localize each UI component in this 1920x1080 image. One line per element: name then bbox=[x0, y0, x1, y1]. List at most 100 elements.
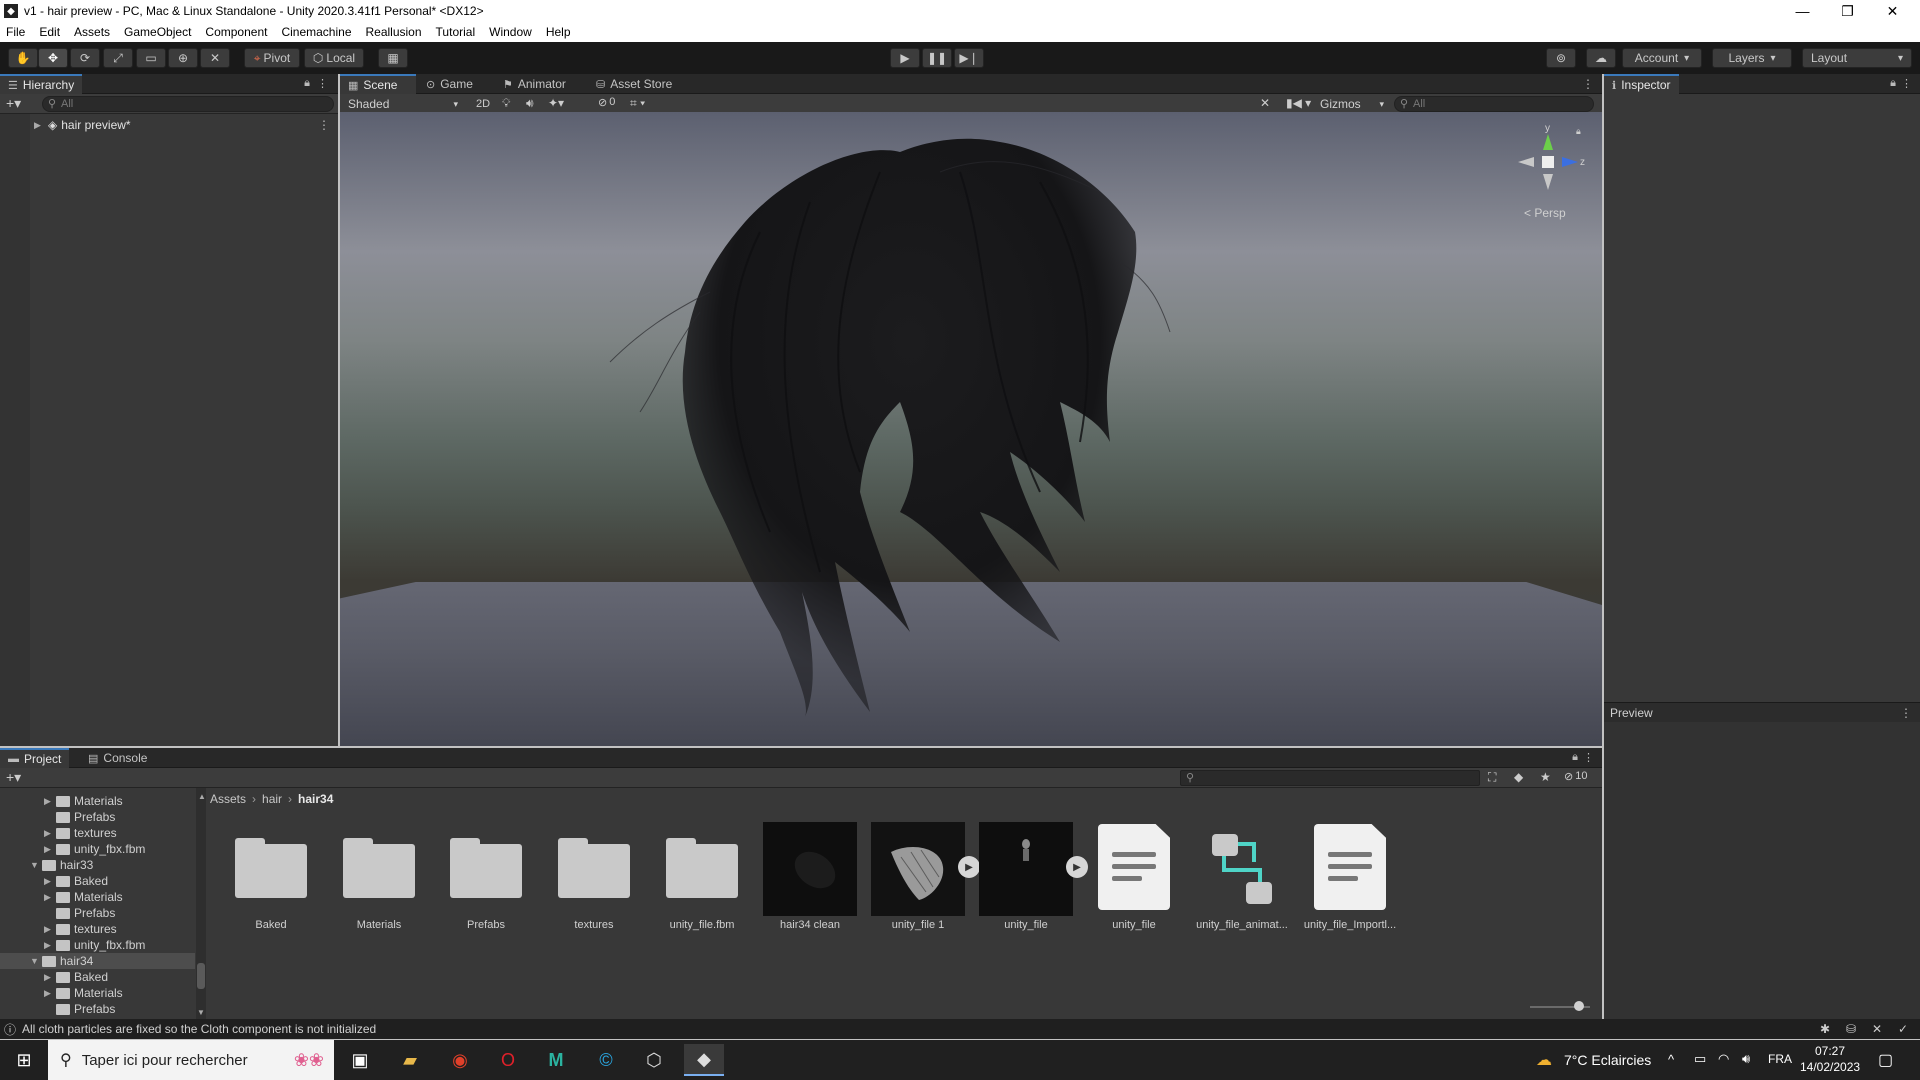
breadcrumb-assets[interactable]: Assets bbox=[210, 792, 246, 806]
preview-menu-icon[interactable]: ⋮ bbox=[1900, 706, 1912, 720]
tree-item[interactable]: ▶ unity_fbx.fbm bbox=[44, 937, 145, 953]
tree-item[interactable]: ▶ Materials bbox=[44, 793, 123, 809]
favorite-star-icon[interactable]: ★ bbox=[1540, 770, 1551, 784]
weather-text[interactable]: 7°C Eclaircies bbox=[1564, 1052, 1651, 1068]
create-plus-icon[interactable]: +▾ bbox=[6, 95, 21, 112]
restore-button[interactable]: ❐ bbox=[1825, 0, 1870, 22]
asset-hair34-clean[interactable]: hair34 clean bbox=[762, 822, 858, 931]
create-plus-icon[interactable]: +▾ bbox=[6, 769, 21, 786]
grid-snap-icon[interactable]: ▦ bbox=[378, 48, 408, 68]
rotate-tool-icon[interactable]: ⟳ bbox=[70, 48, 100, 68]
tab-scene[interactable]: ▦ Scene bbox=[340, 74, 416, 94]
local-toggle[interactable]: ⬡ Local bbox=[304, 48, 364, 68]
cloud-icon[interactable]: ☁ bbox=[1586, 48, 1616, 68]
shading-mode-dropdown[interactable]: Shaded ▾ bbox=[344, 96, 462, 112]
expand-arrow-icon[interactable]: ▶ bbox=[44, 876, 56, 887]
mode-2d-toggle[interactable]: 2D bbox=[470, 96, 496, 112]
asset-unity-file-animator[interactable]: unity_file_animat... bbox=[1194, 822, 1290, 931]
minimize-button[interactable]: — bbox=[1780, 0, 1825, 22]
menu-help[interactable]: Help bbox=[546, 25, 571, 39]
expand-arrow-icon[interactable]: ▶ bbox=[44, 796, 56, 807]
unity-hub-icon[interactable]: ⬡ bbox=[634, 1044, 674, 1076]
network-device-icon[interactable]: ▭ bbox=[1694, 1051, 1706, 1067]
taskbar-search-box[interactable]: ⚲ Taper ici pour rechercher ❀❀ bbox=[48, 1040, 334, 1080]
debug-icon[interactable]: ✱ bbox=[1820, 1022, 1830, 1036]
status-bar[interactable]: ⓘ All cloth particles are fixed so the C… bbox=[0, 1019, 1920, 1039]
unity-editor-icon[interactable]: ◆ bbox=[684, 1044, 724, 1076]
lock-icon[interactable]: 🔒︎ bbox=[1572, 751, 1578, 764]
gizmo-lock-icon[interactable]: 🔒︎ bbox=[1576, 126, 1581, 136]
expand-arrow-icon[interactable]: ▶ bbox=[44, 988, 56, 999]
menu-file[interactable]: File bbox=[6, 25, 25, 39]
neg-z-axis-cone[interactable] bbox=[1518, 157, 1534, 167]
effects-icon[interactable]: ✦▾ bbox=[548, 96, 564, 110]
layers-dropdown[interactable]: Layers bbox=[1712, 48, 1792, 68]
pause-button[interactable]: ❚❚ bbox=[922, 48, 952, 68]
expand-arrow-icon[interactable]: ▶ bbox=[44, 940, 56, 951]
lock-icon[interactable]: 🔒︎ bbox=[304, 77, 310, 90]
step-button[interactable]: ▶❘ bbox=[954, 48, 984, 68]
hand-tool-icon[interactable]: ✋ bbox=[8, 48, 38, 68]
tools-icon[interactable]: ✕ bbox=[1260, 96, 1270, 110]
collapse-arrow-icon[interactable]: ▼ bbox=[30, 860, 42, 870]
tree-scrollbar-thumb[interactable] bbox=[197, 963, 205, 989]
breadcrumb-hair[interactable]: hair bbox=[262, 792, 282, 806]
z-axis-cone[interactable] bbox=[1562, 157, 1578, 167]
gizmo-center-cube[interactable] bbox=[1542, 156, 1554, 168]
tree-item[interactable]: ▼ hair33 bbox=[30, 857, 93, 873]
maya-icon[interactable]: M bbox=[536, 1044, 576, 1076]
account-dropdown[interactable]: Account bbox=[1622, 48, 1702, 68]
neg-y-axis-cone[interactable] bbox=[1543, 174, 1553, 190]
asset-folder-textures[interactable]: textures bbox=[546, 822, 642, 931]
tray-chevron-icon[interactable]: ^ bbox=[1668, 1052, 1674, 1067]
y-axis-cone[interactable] bbox=[1543, 134, 1553, 150]
preview-header[interactable]: Preview ⋮ bbox=[1604, 702, 1920, 722]
asset-folder-baked[interactable]: Baked bbox=[223, 822, 319, 931]
scroll-up-icon[interactable]: ▲ bbox=[198, 792, 206, 801]
language-indicator[interactable]: FRA bbox=[1768, 1052, 1792, 1066]
check-icon[interactable]: ✓ bbox=[1898, 1022, 1908, 1036]
wifi-icon[interactable]: ◠ bbox=[1718, 1051, 1729, 1067]
tree-item[interactable]: ▶ Baked bbox=[44, 969, 108, 985]
panel-menu-icon[interactable]: ⋮ bbox=[1901, 77, 1912, 90]
expand-arrow-icon[interactable]: ▶ bbox=[44, 844, 56, 855]
search-by-type-icon[interactable]: ⛶ bbox=[1488, 770, 1496, 785]
asset-unity-file-model[interactable]: ▶ unity_file bbox=[978, 822, 1088, 931]
search-by-label-icon[interactable]: ◆ bbox=[1514, 770, 1523, 784]
lighting-icon[interactable]: 💡︎ bbox=[502, 96, 510, 111]
expand-arrow-icon[interactable]: ▶ bbox=[44, 828, 56, 839]
menu-window[interactable]: Window bbox=[489, 25, 532, 39]
tab-hierarchy[interactable]: ☰ Hierarchy bbox=[0, 74, 83, 94]
collab-icon[interactable]: ⊚ bbox=[1546, 48, 1576, 68]
tree-item-selected[interactable]: ▼ hair34 bbox=[30, 953, 93, 969]
asset-unity-file-doc[interactable]: unity_file bbox=[1086, 822, 1182, 931]
transform-tool-icon[interactable]: ⊕ bbox=[168, 48, 198, 68]
panel-menu-icon[interactable]: ⋮ bbox=[317, 77, 328, 90]
camera-icon[interactable]: ▮◀ ▾ bbox=[1286, 96, 1311, 110]
hierarchy-search-input[interactable]: All bbox=[42, 96, 334, 112]
pivot-toggle[interactable]: ⌖ Pivot bbox=[244, 48, 300, 68]
tab-console[interactable]: ▤ Console bbox=[80, 748, 155, 768]
play-button[interactable]: ▶ bbox=[890, 48, 920, 68]
expand-arrow-icon[interactable]: ▶ bbox=[44, 892, 56, 903]
hidden-packages-toggle[interactable]: ⊘ 10 bbox=[1564, 770, 1587, 783]
tree-item[interactable]: ▶ textures bbox=[44, 825, 117, 841]
weather-icon[interactable]: ☁ bbox=[1536, 1050, 1552, 1070]
volume-icon[interactable]: 🔊︎ bbox=[1742, 1051, 1750, 1067]
cache-icon[interactable]: ⛁ bbox=[1846, 1022, 1856, 1036]
menu-assets[interactable]: Assets bbox=[74, 25, 110, 39]
item-menu-icon[interactable]: ⋮ bbox=[318, 118, 330, 132]
expand-arrow-icon[interactable]: ▶ bbox=[44, 924, 56, 935]
menu-component[interactable]: Component bbox=[205, 25, 267, 39]
character-creator-icon[interactable]: © bbox=[586, 1044, 626, 1076]
menu-gameobject[interactable]: GameObject bbox=[124, 25, 191, 39]
tree-item[interactable]: ▶ unity_fbx.fbm bbox=[44, 841, 145, 857]
menu-tutorial[interactable]: Tutorial bbox=[436, 25, 476, 39]
expand-arrow-icon[interactable]: ▶ bbox=[44, 972, 56, 983]
menu-reallusion[interactable]: Reallusion bbox=[366, 25, 422, 39]
windows-start-icon[interactable]: ⊞ bbox=[4, 1044, 44, 1076]
thumbnail-size-slider-knob[interactable] bbox=[1574, 1001, 1584, 1011]
task-view-icon[interactable]: ▣ bbox=[340, 1044, 380, 1076]
tree-item[interactable]: ▶ Baked bbox=[44, 873, 108, 889]
audio-icon[interactable]: 🔊︎ bbox=[526, 96, 534, 111]
